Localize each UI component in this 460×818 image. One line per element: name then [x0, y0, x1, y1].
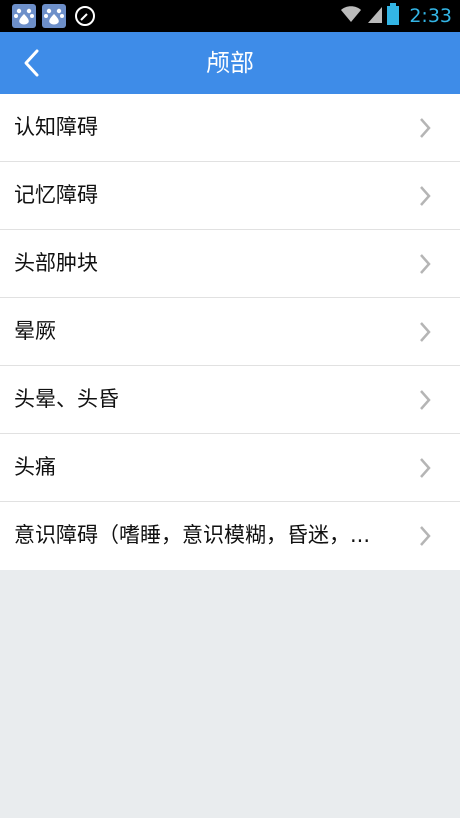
- list-item[interactable]: 头痛: [0, 434, 460, 502]
- list-item-label: 头痛: [14, 455, 56, 479]
- list-item[interactable]: 记忆障碍: [0, 162, 460, 230]
- chevron-right-icon: [420, 526, 431, 546]
- list-item[interactable]: 认知障碍: [0, 94, 460, 162]
- chevron-right-icon: [420, 254, 431, 274]
- list-item[interactable]: 晕厥: [0, 298, 460, 366]
- list-item-label: 意识障碍（嗜睡，意识模糊，昏迷，...: [14, 523, 371, 547]
- list-item-label: 认知障碍: [14, 115, 98, 139]
- baidu-icon: [42, 4, 66, 28]
- list-item[interactable]: 头部肿块: [0, 230, 460, 298]
- symptom-list: 认知障碍 记忆障碍 头部肿块 晕厥 头晕、头昏 头痛 意识障碍（嗜睡，意识模糊，…: [0, 94, 460, 570]
- chevron-right-icon: [420, 322, 431, 342]
- list-item-label: 记忆障碍: [14, 183, 98, 207]
- list-item[interactable]: 意识障碍（嗜睡，意识模糊，昏迷，...: [0, 502, 460, 570]
- app-bar: 颅部: [0, 32, 460, 94]
- chevron-right-icon: [420, 186, 431, 206]
- chevron-right-icon: [420, 390, 431, 410]
- wifi-icon: [339, 4, 363, 28]
- list-item-label: 头晕、头昏: [14, 387, 119, 411]
- chevron-right-icon: [420, 458, 431, 478]
- list-item[interactable]: 头晕、头昏: [0, 366, 460, 434]
- baidu-icon: [12, 4, 36, 28]
- clock: 2:33: [409, 5, 452, 27]
- battery-icon: [387, 3, 400, 29]
- chevron-right-icon: [420, 118, 431, 138]
- list-item-label: 头部肿块: [14, 251, 98, 275]
- signal-icon: [367, 4, 383, 28]
- compass-icon: [73, 4, 97, 28]
- status-bar: 2:33: [0, 0, 460, 32]
- page-title: 颅部: [206, 49, 254, 77]
- list-item-label: 晕厥: [14, 319, 56, 343]
